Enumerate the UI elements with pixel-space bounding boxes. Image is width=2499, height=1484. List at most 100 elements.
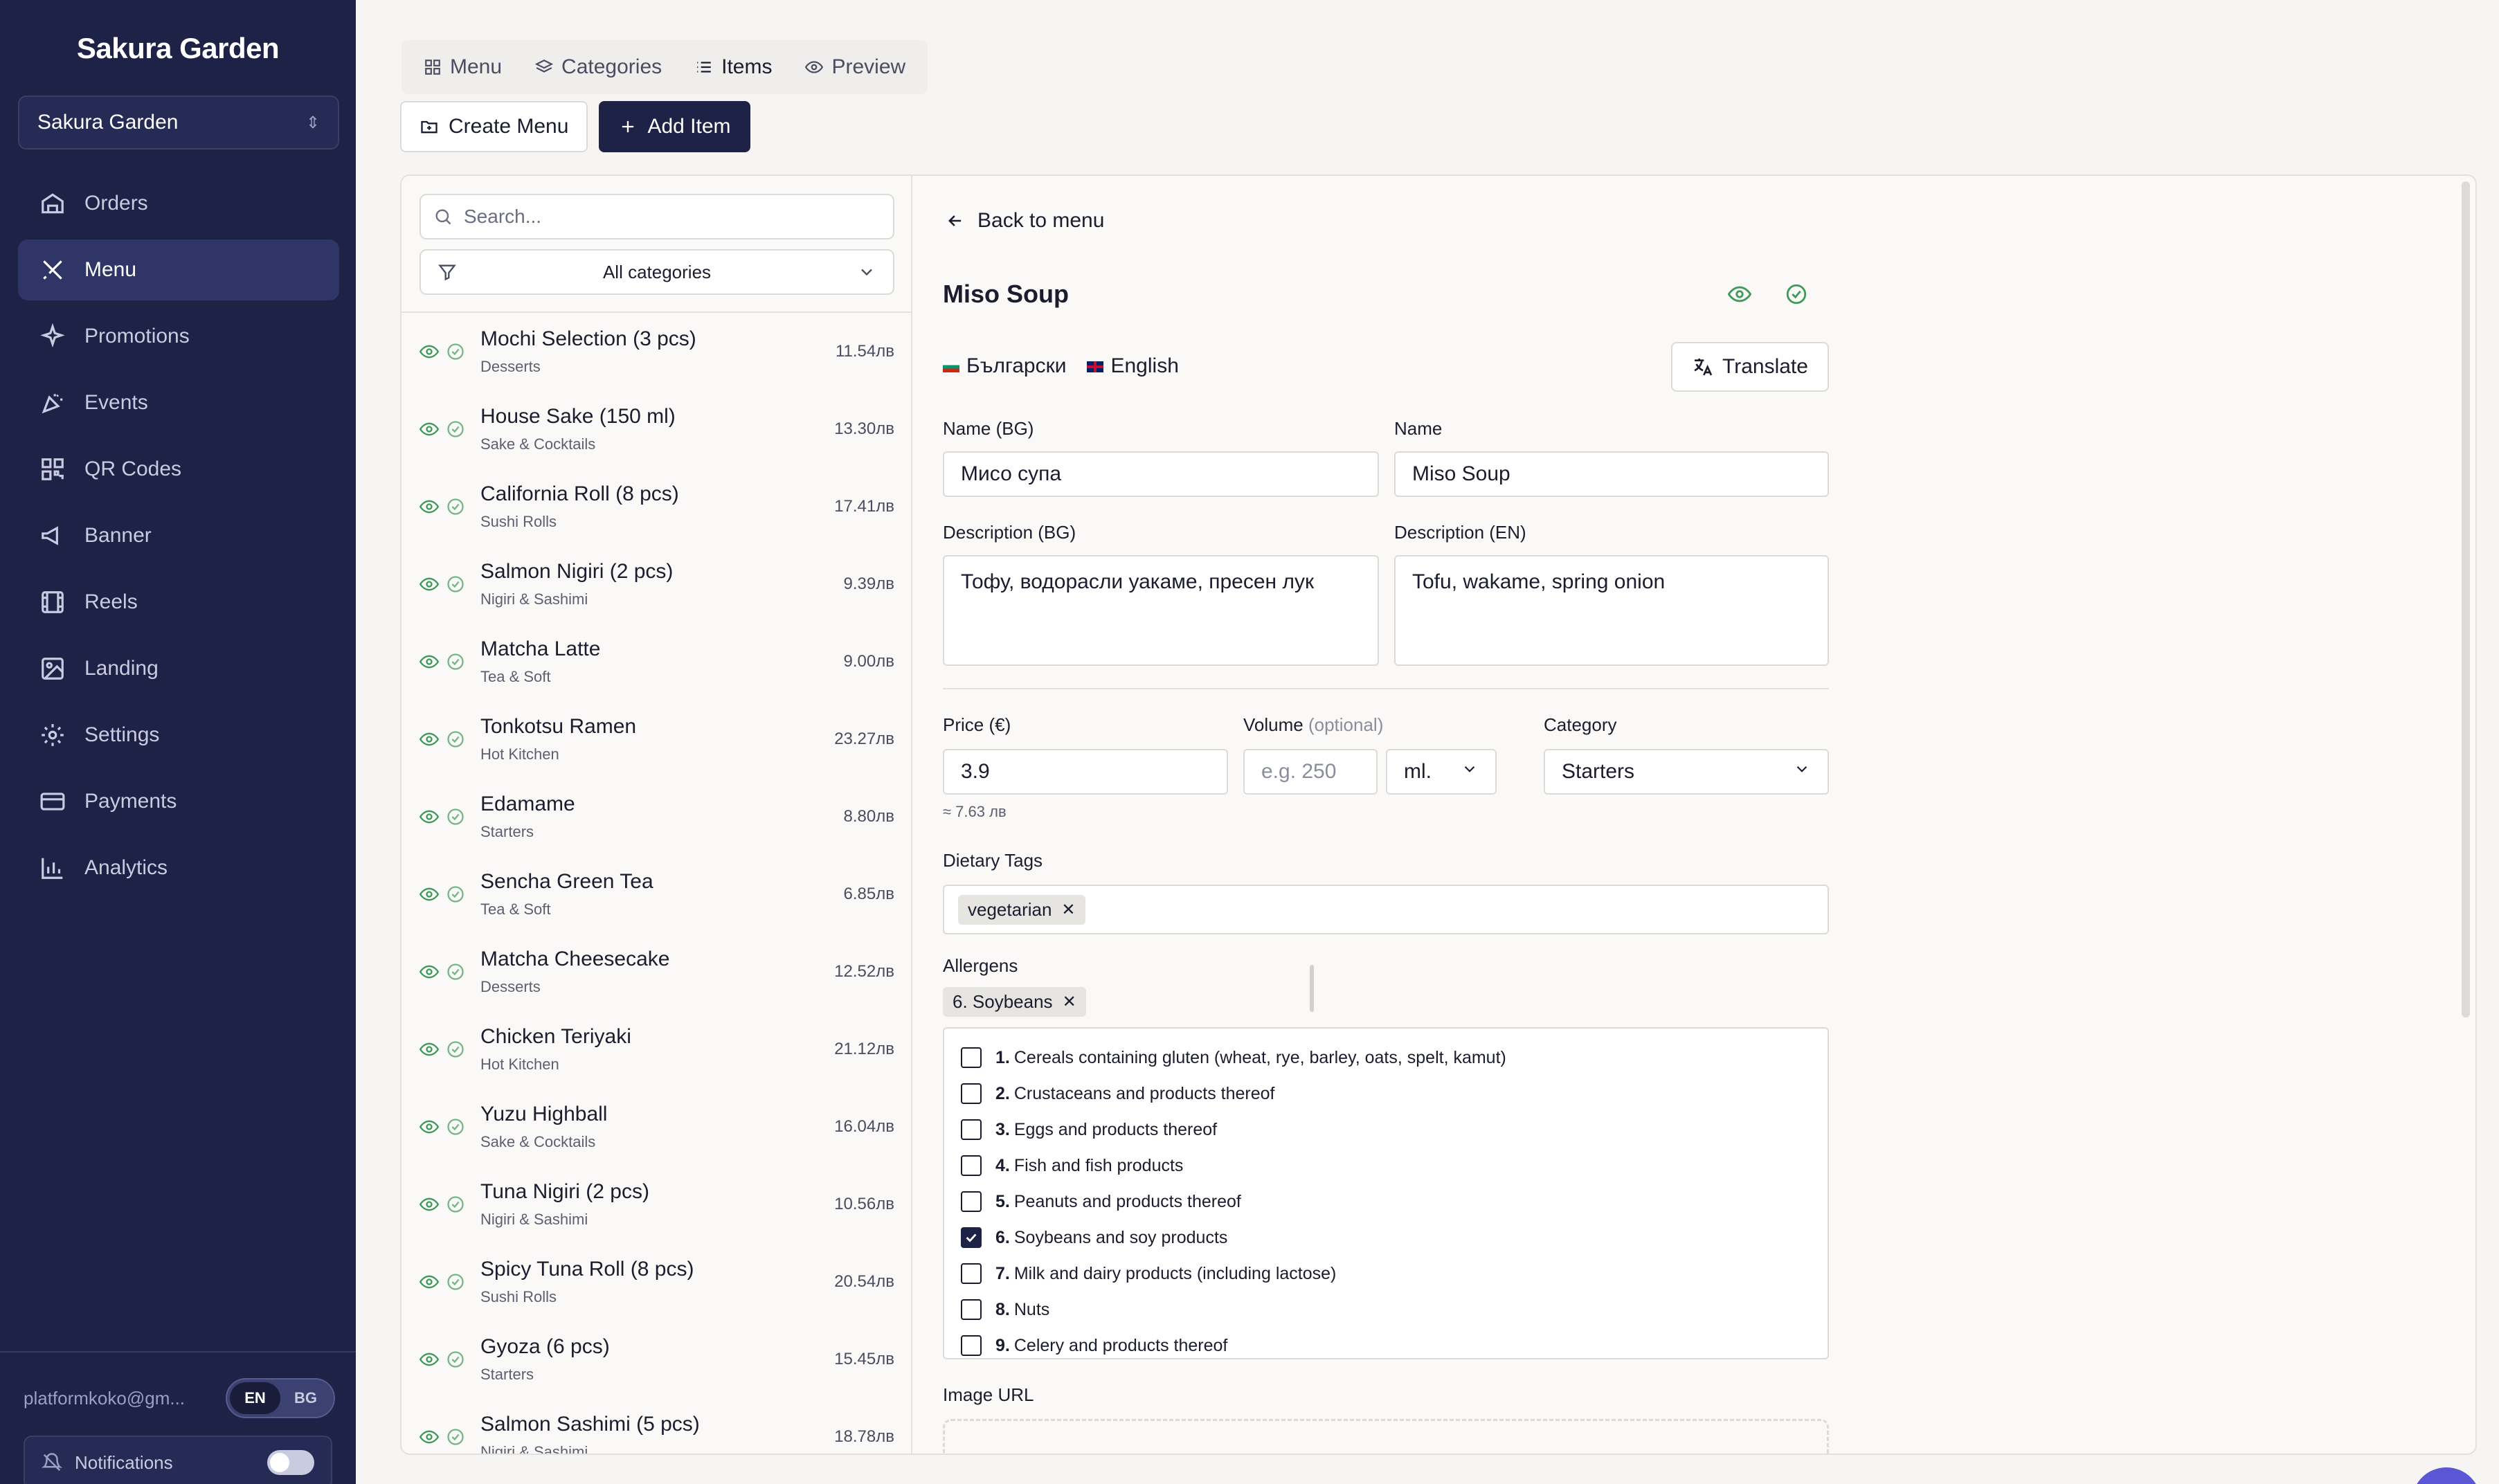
visible-eye-icon[interactable] [419, 342, 440, 361]
allergen-checkbox[interactable] [961, 1335, 982, 1356]
visible-eye-icon[interactable] [419, 1427, 440, 1447]
price-input[interactable]: 3.9 [943, 749, 1228, 795]
visible-eye-icon[interactable] [419, 1350, 440, 1369]
list-item[interactable]: Salmon Nigiri (2 pcs) Nigiri & Sashimi 9.3… [402, 545, 911, 623]
visible-eye-icon[interactable] [419, 1040, 440, 1059]
sidebar-item-reels[interactable]: Reels [18, 572, 339, 633]
sidebar-item-settings[interactable]: Settings [18, 705, 339, 766]
volume-unit-select[interactable]: ml. [1386, 749, 1497, 795]
available-check-icon[interactable] [446, 1427, 465, 1447]
lang-tab-bg[interactable]: Български [943, 354, 1066, 378]
visible-eye-icon[interactable] [419, 885, 440, 904]
list-item[interactable]: Spicy Tuna Roll (8 pcs) Sushi Rolls 20.54л… [402, 1243, 911, 1321]
sidebar-item-qr-codes[interactable]: QR Codes [18, 439, 339, 500]
list-item[interactable]: Mochi Selection (3 pcs) Desserts 11.54лв [402, 313, 911, 390]
tab-menu[interactable]: Menu [407, 45, 518, 89]
search-input[interactable] [464, 206, 879, 228]
visible-eye-icon[interactable] [419, 574, 440, 594]
available-check-icon[interactable] [1785, 282, 1808, 306]
tab-items[interactable]: Items [678, 45, 788, 89]
sidebar-item-promotions[interactable]: Promotions [18, 306, 339, 367]
add-item-button[interactable]: Add Item [599, 101, 750, 152]
floating-action-button[interactable] [2412, 1467, 2481, 1484]
restaurant-select[interactable]: Sakura Garden ⇕ [18, 96, 339, 150]
allergen-option[interactable]: 6. Soybeans and soy products [961, 1220, 1811, 1256]
remove-allergen-icon[interactable]: ✕ [1063, 992, 1076, 1012]
list-item[interactable]: Yuzu Highball Sake & Cocktails 16.04лв [402, 1088, 911, 1166]
available-check-icon[interactable] [446, 1195, 465, 1214]
lang-bg-option[interactable]: BG [280, 1382, 331, 1414]
available-check-icon[interactable] [446, 807, 465, 826]
allergen-checkbox[interactable] [961, 1155, 982, 1176]
allergen-checkbox[interactable] [961, 1047, 982, 1068]
create-menu-button[interactable]: Create Menu [400, 101, 588, 152]
description-bg-textarea[interactable]: Тофу, водорасли уакаме, пресен лук [943, 555, 1379, 666]
name-bg-input[interactable]: Мисо супа [943, 451, 1379, 497]
allergen-checkbox[interactable] [961, 1191, 982, 1212]
sidebar-item-banner[interactable]: Banner [18, 505, 339, 566]
available-check-icon[interactable] [446, 497, 465, 516]
list-item[interactable]: Tuna Nigiri (2 pcs) Nigiri & Sashimi 10.56… [402, 1166, 911, 1243]
visible-eye-icon[interactable] [419, 1272, 440, 1292]
detail-scrollbar[interactable] [2462, 181, 2470, 1017]
allergen-checkbox[interactable] [961, 1119, 982, 1140]
translate-button[interactable]: Translate [1671, 342, 1829, 392]
available-check-icon[interactable] [446, 1272, 465, 1292]
available-check-icon[interactable] [446, 652, 465, 671]
list-item[interactable]: Gyoza (6 pcs) Starters 15.45лв [402, 1321, 911, 1398]
language-toggle[interactable]: EN BG [226, 1378, 335, 1418]
allergen-option[interactable]: 3. Eggs and products thereof [961, 1112, 1811, 1148]
allergen-checkbox[interactable] [961, 1083, 982, 1104]
dietary-tags-input[interactable]: vegetarian ✕ [943, 885, 1829, 934]
sidebar-item-analytics[interactable]: Analytics [18, 838, 339, 898]
allergen-option[interactable]: 4. Fish and fish products [961, 1148, 1811, 1184]
available-check-icon[interactable] [446, 574, 465, 594]
available-check-icon[interactable] [446, 1350, 465, 1369]
available-check-icon[interactable] [446, 342, 465, 361]
category-select[interactable]: Starters [1544, 749, 1829, 795]
sidebar-item-events[interactable]: Events [18, 372, 339, 433]
visible-eye-icon[interactable] [419, 807, 440, 826]
lang-tab-en[interactable]: English [1087, 354, 1179, 378]
image-dropzone[interactable] [943, 1419, 1829, 1454]
list-item[interactable]: Edamame Starters 8.80лв [402, 778, 911, 856]
remove-tag-icon[interactable]: ✕ [1061, 900, 1075, 920]
list-item[interactable]: Tonkotsu Ramen Hot Kitchen 23.27лв [402, 700, 911, 778]
list-item[interactable]: Salmon Sashimi (5 pcs) Nigiri & Sashimi 18… [402, 1398, 911, 1454]
list-item[interactable]: California Roll (8 pcs) Sushi Rolls 17.41л… [402, 468, 911, 545]
sidebar-item-payments[interactable]: Payments [18, 771, 339, 832]
allergen-option[interactable]: 1. Cereals containing gluten (wheat, rye,… [961, 1040, 1811, 1076]
volume-input[interactable]: e.g. 250 [1243, 749, 1378, 795]
name-en-input[interactable]: Miso Soup [1394, 451, 1829, 497]
available-check-icon[interactable] [446, 962, 465, 981]
allergen-checkbox[interactable] [961, 1227, 982, 1248]
list-item[interactable]: Chicken Teriyaki Hot Kitchen 21.12лв [402, 1011, 911, 1088]
back-to-menu-link[interactable]: Back to menu [946, 209, 1104, 233]
visible-eye-icon[interactable] [419, 419, 440, 439]
allergen-option[interactable]: 7. Milk and dairy products (including lac… [961, 1256, 1811, 1292]
allergen-option[interactable]: 2. Crustaceans and products thereof [961, 1076, 1811, 1112]
notifications-switch[interactable] [267, 1450, 314, 1475]
description-en-textarea[interactable]: Tofu, wakame, spring onion [1394, 555, 1829, 666]
available-check-icon[interactable] [446, 885, 465, 904]
visible-eye-icon[interactable] [419, 730, 440, 749]
sidebar-item-orders[interactable]: Orders [18, 173, 339, 234]
allergen-checkbox[interactable] [961, 1263, 982, 1284]
available-check-icon[interactable] [446, 419, 465, 439]
sidebar-item-menu[interactable]: Menu [18, 239, 339, 300]
sidebar-item-landing[interactable]: Landing [18, 638, 339, 699]
available-check-icon[interactable] [446, 1040, 465, 1059]
tab-preview[interactable]: Preview [788, 45, 922, 89]
allergen-option[interactable]: 8. Nuts [961, 1292, 1811, 1328]
allergen-option[interactable]: 9. Celery and products thereof [961, 1328, 1811, 1358]
allergen-checkbox[interactable] [961, 1299, 982, 1320]
visible-eye-icon[interactable] [419, 1117, 440, 1137]
lang-en-option[interactable]: EN [230, 1382, 280, 1414]
list-item[interactable]: House Sake (150 ml) Sake & Cocktails 13.30… [402, 390, 911, 468]
visible-eye-icon[interactable] [419, 962, 440, 981]
visible-eye-icon[interactable] [419, 497, 440, 516]
visible-eye-icon[interactable] [419, 652, 440, 671]
visible-eye-icon[interactable] [419, 1195, 440, 1214]
list-item[interactable]: Sencha Green Tea Tea & Soft 6.85лв [402, 856, 911, 933]
visible-eye-icon[interactable] [1728, 282, 1751, 306]
